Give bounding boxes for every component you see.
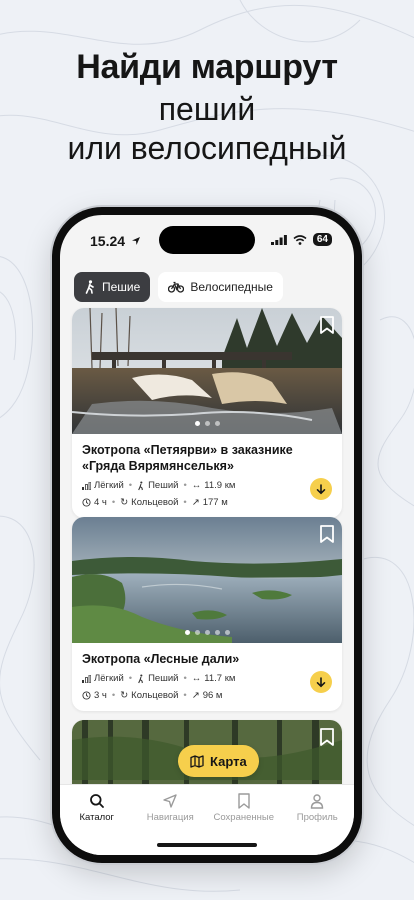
profile-icon [311,794,324,809]
headline-line-3: или велосипедный [67,130,347,166]
tab-profile[interactable]: Профиль [281,785,355,855]
route-mode: Пеший [148,480,179,491]
walking-icon [138,673,143,683]
download-button[interactable] [310,478,332,500]
promo-headline: Найди маршрут пеший или велосипедный [0,46,414,168]
clock-icon [82,691,91,700]
download-button[interactable] [310,671,332,693]
route-meta-row-1: Лёгкий • Пеший • ↔ 11.7 км [82,673,332,684]
elevation-icon: ↗ [191,690,200,701]
loop-icon: ↻ [120,690,129,701]
map-button-label: Карта [210,753,247,769]
battery-indicator: 64 [312,233,332,246]
pagination-dot [194,421,200,426]
filter-bicycle-label: Велосипедные [190,280,273,294]
bottom-tab-bar: Каталог Навигация Сохраненные Профиль [60,784,354,855]
elevation-icon: ↗ [191,497,200,508]
status-icons: 64 [270,233,332,246]
tab-saved-label: Сохраненные [213,812,275,823]
distance-icon: ↔ [191,480,202,491]
pagination-dot [224,630,230,635]
route-duration: 3 ч [94,690,107,701]
loop-icon: ↻ [120,497,129,508]
headline-line-1: Найди маршрут [76,48,338,86]
pagination-dot [184,630,190,635]
filter-walking[interactable]: Пешие [74,272,151,302]
download-arrow-icon [316,676,326,687]
walking-icon [138,480,143,490]
app-screen: 15.24 64 Пешие Велосипедные Экотропа «Пе… [60,215,354,855]
pagination-dot [194,630,200,635]
headline-line-2: пеший [158,91,256,127]
route-mode: Пеший [148,673,179,684]
route-difficulty: Лёгкий [94,480,124,491]
filter-chips: Пешие Велосипедные [74,272,283,302]
difficulty-bars-icon [82,481,91,490]
bookmark-icon[interactable] [320,316,334,334]
pagination-dot [204,421,210,426]
photo-pagination-dots [72,421,342,426]
tab-profile-label: Профиль [296,812,338,823]
route-elevation: 96 м [202,690,223,701]
photo-pagination-dots [72,630,342,635]
map-button[interactable]: Карта [178,745,259,777]
route-distance: 11.9 км [204,480,236,491]
tab-navigation-label: Навигация [146,812,194,823]
difficulty-bars-icon [82,674,91,683]
pagination-dot [214,630,220,635]
filter-walking-label: Пешие [102,280,141,294]
phone-frame: 15.24 64 Пешие Велосипедные Экотропа «Пе… [52,207,362,863]
clock-icon [82,498,91,507]
route-duration: 4 ч [94,497,107,508]
distance-icon: ↔ [191,673,202,684]
status-time: 15.24 [90,233,141,249]
lake-photo-image [72,517,342,643]
pagination-dot [214,421,220,426]
route-difficulty: Лёгкий [94,673,124,684]
home-indicator [157,843,257,847]
bookmark-icon[interactable] [320,728,334,746]
signal-icon [270,234,287,245]
pagination-dot [204,630,210,635]
status-time-text: 15.24 [90,233,126,249]
route-meta-row-2: 4 ч • ↻ Кольцевой • ↗ 177 м [82,497,332,508]
download-arrow-icon [316,483,326,494]
map-icon [190,754,204,768]
filter-bicycle[interactable]: Велосипедные [158,272,283,302]
route-title: Экотропа «Лесные дали» [82,652,240,666]
route-elevation: 177 м [202,497,228,508]
route-photo-lake[interactable] [72,517,342,643]
route-card[interactable]: Экотропа «Петяярви» в заказнике «Гряда В… [72,308,342,518]
waterfall-photo-image [72,308,342,434]
route-photo-waterfall[interactable] [72,308,342,434]
dynamic-island [159,226,255,254]
route-title: Экотропа «Петяярви» в заказнике «Гряда В… [82,443,293,473]
route-meta-row-1: Лёгкий • Пеший • ↔ 11.9 км [82,480,332,491]
route-type: Кольцевой [131,497,179,508]
bookmark-icon[interactable] [320,525,334,543]
route-meta-row-2: 3 ч • ↻ Кольцевой • ↗ 96 м [82,690,332,701]
bookmark-icon [238,793,250,809]
wifi-icon [293,234,307,245]
walking-icon [85,280,94,294]
route-card-body: Экотропа «Петяярви» в заказнике «Гряда В… [72,434,342,518]
navigation-arrow-icon [163,794,177,808]
route-card[interactable]: Экотропа «Лесные дали» Лёгкий • Пеший • … [72,517,342,711]
location-arrow-icon [131,237,140,245]
route-distance: 11.7 км [204,673,236,684]
tab-catalog-label: Каталог [79,812,115,823]
route-card-body: Экотропа «Лесные дали» Лёгкий • Пеший • … [72,643,342,711]
bicycle-icon [168,281,185,293]
tab-catalog[interactable]: Каталог [60,785,134,855]
route-type: Кольцевой [131,690,179,701]
search-icon [89,794,104,808]
